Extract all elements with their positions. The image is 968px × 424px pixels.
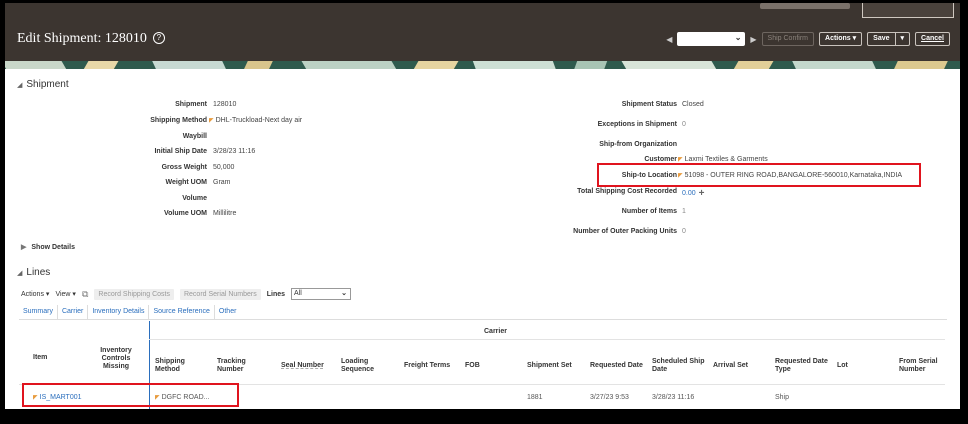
- column-header-from-serial-number[interactable]: From Serial Number: [899, 358, 943, 374]
- column-header-freight-terms[interactable]: Freight Terms: [404, 362, 450, 370]
- column-header-scheduled-ship-date[interactable]: Scheduled Ship Date: [652, 358, 710, 374]
- add-plus-icon[interactable]: +: [699, 188, 705, 199]
- next-arrow-icon[interactable]: ▶: [750, 35, 756, 44]
- value-exceptions-in-shipment: 0: [682, 121, 686, 128]
- row-highlight-box: [22, 383, 239, 407]
- chevron-down-icon: ⌄: [734, 33, 742, 42]
- expand-triangle-icon: ▶: [21, 244, 27, 251]
- cell-shipment-set: 1881: [527, 394, 543, 401]
- column-header-fob[interactable]: FOB: [465, 362, 480, 370]
- column-header-loading-sequence[interactable]: Loading Sequence: [341, 358, 385, 374]
- navigation-select[interactable]: ⌄: [677, 32, 746, 46]
- shipment-section-header[interactable]: ◢ Shipment: [17, 79, 69, 90]
- value-number-of-items: 1: [682, 208, 686, 215]
- value-shipment: 128010: [213, 101, 237, 108]
- tab-source-reference[interactable]: Source Reference: [149, 305, 215, 319]
- cell-requested-date: 3/27/23 9:53: [590, 394, 629, 401]
- user-name-placeholder: [760, 3, 850, 9]
- ship-to-highlight-box: [597, 163, 921, 187]
- label-customer: Customer: [644, 156, 677, 163]
- column-header-requested-date[interactable]: Requested Date: [590, 362, 643, 370]
- label-shipping-method: Shipping Method: [150, 117, 207, 124]
- lines-filter-select[interactable]: All ⌄: [291, 288, 352, 300]
- value-shipping-method: ◤ DHL-Truckload-Next day air: [209, 117, 303, 124]
- column-header-tracking-number[interactable]: Tracking Number: [217, 358, 257, 374]
- label-ship-from-organization: Ship-from Organization: [599, 141, 677, 148]
- app-window: Edit Shipment: 128010? ◀ ⌄ ▶ Ship Confir…: [5, 3, 960, 409]
- column-header-shipping-method[interactable]: Shipping Method: [155, 358, 195, 374]
- chevron-down-icon: ⌄: [341, 290, 348, 297]
- label-initial-ship-date: Initial Ship Date: [154, 148, 207, 155]
- record-shipping-costs-button[interactable]: Record Shipping Costs: [94, 288, 174, 300]
- previous-arrow-icon[interactable]: ◀: [666, 35, 672, 44]
- record-serial-numbers-button[interactable]: Record Serial Numbers: [179, 288, 261, 300]
- group-header-divider: [149, 339, 945, 340]
- value-customer: ◤ Laxmi Textiles & Garments: [678, 156, 768, 163]
- column-header-seal-number[interactable]: Seal Number: [281, 362, 324, 370]
- view-menu[interactable]: View ▾: [55, 290, 76, 298]
- page-header: Edit Shipment: 128010? ◀ ⌄ ▶ Ship Confir…: [5, 3, 960, 69]
- top-tab[interactable]: [862, 3, 954, 18]
- collapse-triangle-icon: ◢: [17, 82, 23, 89]
- cancel-button[interactable]: Cancel: [915, 32, 950, 46]
- header-decorative-pattern: [5, 61, 960, 69]
- show-details-toggle[interactable]: ▶ Show Details: [21, 243, 75, 251]
- value-total-shipping-cost: 0.00 +: [682, 188, 705, 199]
- lines-section-header[interactable]: ◢ Lines: [17, 267, 50, 278]
- label-number-of-items: Number of Items: [621, 208, 677, 215]
- column-header-lot[interactable]: Lot: [837, 362, 848, 370]
- help-icon[interactable]: ?: [152, 32, 165, 44]
- cell-requested-date-type: Ship: [775, 394, 790, 401]
- cell-scheduled-ship-date: 3/28/23 11:16: [652, 394, 695, 401]
- value-initial-ship-date: 3/28/23 11:16: [213, 148, 256, 155]
- value-number-of-outer-packing-units: 0: [682, 228, 686, 235]
- save-menu-chevron-icon[interactable]: ▾: [894, 33, 910, 45]
- label-weight-uom: Weight UOM: [165, 179, 207, 186]
- flag-icon: ◤: [209, 118, 214, 124]
- label-volume: Volume: [182, 195, 207, 202]
- label-volume-uom: Volume UOM: [163, 210, 207, 217]
- value-shipment-status: Closed: [682, 101, 704, 108]
- label-total-shipping-cost: Total Shipping Cost Recorded: [577, 188, 677, 195]
- tab-other[interactable]: Other: [215, 305, 241, 319]
- save-button-group: Save ▾: [867, 32, 911, 46]
- header-controls: ◀ ⌄ ▶ Ship Confirm Actions ▾ Save ▾ Canc…: [666, 31, 950, 47]
- column-header-shipment-set[interactable]: Shipment Set: [527, 362, 572, 370]
- detach-table-icon[interactable]: ⧉: [82, 289, 88, 300]
- value-gross-weight: 50,000: [213, 164, 235, 171]
- column-header-requested-date-type[interactable]: Requested Date Type: [775, 358, 837, 374]
- column-header-item[interactable]: Item: [33, 354, 47, 362]
- carrier-group-header: Carrier: [484, 328, 507, 335]
- save-button[interactable]: Save: [868, 33, 894, 45]
- column-header-arrival-set[interactable]: Arrival Set: [713, 362, 748, 370]
- tab-summary[interactable]: Summary: [19, 305, 58, 319]
- actions-menu[interactable]: Actions ▾: [21, 290, 49, 298]
- lines-filter-label: Lines: [266, 290, 286, 298]
- collapse-triangle-icon: ◢: [17, 270, 23, 277]
- label-shipment-status: Shipment Status: [621, 101, 677, 108]
- tab-carrier[interactable]: Carrier: [58, 305, 89, 319]
- value-weight-uom: Gram: [213, 179, 231, 186]
- value-volume-uom: Millilitre: [213, 210, 237, 217]
- label-gross-weight: Gross Weight: [161, 164, 207, 171]
- tab-inventory-details[interactable]: Inventory Details: [88, 305, 150, 319]
- page-title: Edit Shipment: 128010?: [17, 31, 165, 47]
- ship-confirm-button[interactable]: Ship Confirm: [761, 32, 815, 46]
- label-exceptions-in-shipment: Exceptions in Shipment: [597, 121, 677, 128]
- lines-table: Carrier Item Inventory Controls Missing …: [19, 321, 945, 409]
- column-header-inventory-controls-missing[interactable]: Inventory Controls Missing: [91, 347, 141, 371]
- label-number-of-outer-packing-units: Number of Outer Packing Units: [573, 228, 677, 235]
- lines-tabs: Summary Carrier Inventory Details Source…: [19, 305, 947, 320]
- actions-button[interactable]: Actions ▾: [819, 32, 863, 46]
- label-shipment: Shipment: [175, 101, 207, 108]
- label-waybill: Waybill: [182, 133, 207, 140]
- lines-toolbar: Actions ▾ View ▾ ⧉ Record Shipping Costs…: [21, 288, 352, 300]
